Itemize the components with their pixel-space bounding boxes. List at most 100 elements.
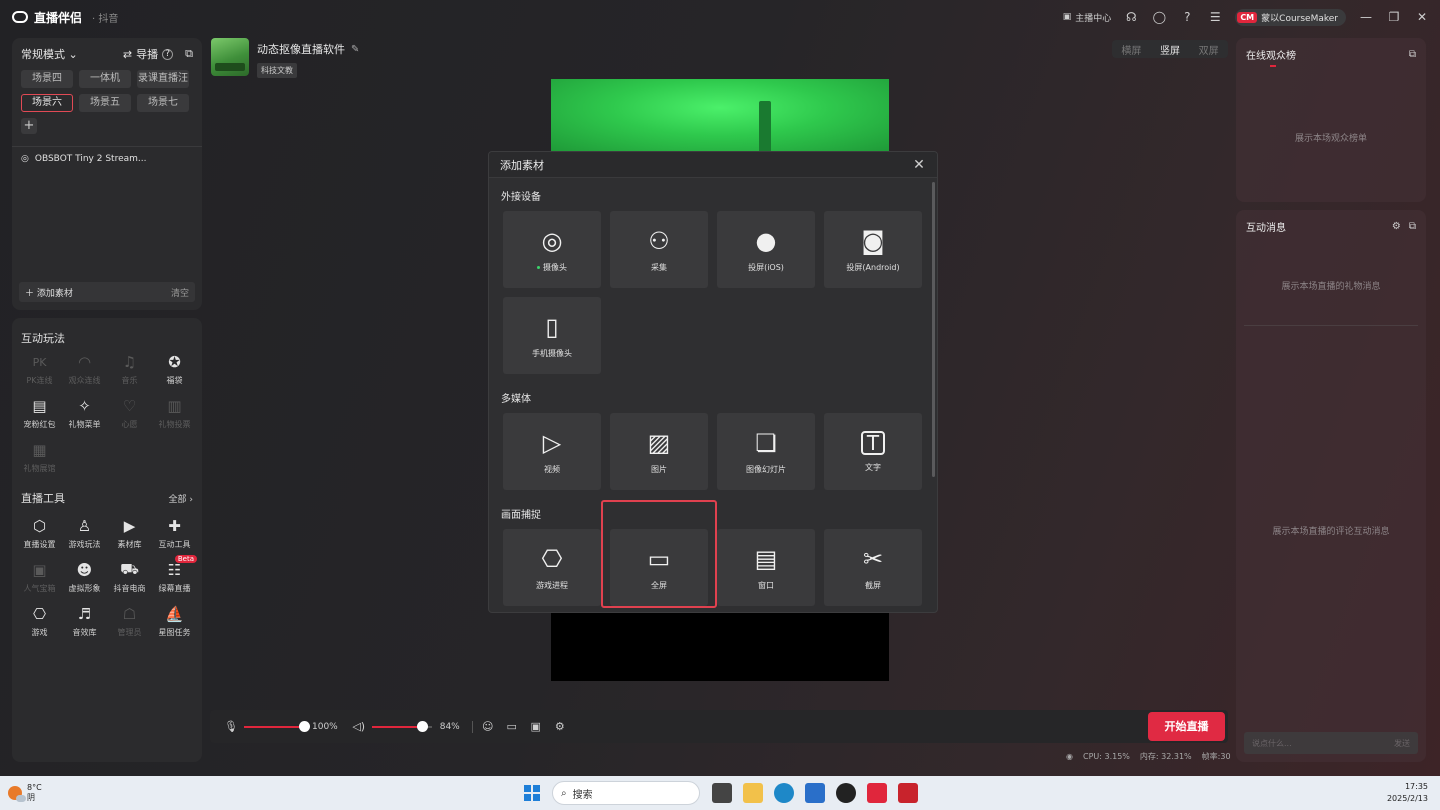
clear-button[interactable]: 清空 [171,286,189,299]
speaker-icon[interactable]: ◁) [352,720,366,733]
settings-icon[interactable]: ⚙ [1392,221,1401,232]
taskbar-search[interactable]: ⌕ 搜索 [552,781,700,805]
scene-button[interactable]: 一体机 [79,70,131,88]
source-type-phone-camera[interactable]: ▯ 手机摄像头 [503,297,601,374]
source-type-webcam[interactable]: ◎ 摄像头 [503,211,601,288]
task-view-icon[interactable] [712,783,732,803]
orientation-option[interactable]: 横屏 [1121,42,1141,57]
qq-icon[interactable] [836,783,856,803]
scene-button[interactable]: 场景四 [21,70,73,88]
edit-icon[interactable]: ✎ [351,44,359,55]
room-cover[interactable] [211,38,249,76]
source-type-window[interactable]: ▤ 窗口 [717,529,815,606]
tool-audience-link[interactable]: ◠ 观众连线 [62,352,107,386]
source-type-text[interactable]: T 文字 [824,413,922,490]
tool-gift-menu[interactable]: ✧ 礼物菜单 [62,396,107,430]
source-type-image[interactable]: ▨ 图片 [610,413,708,490]
restore-icon[interactable]: ❐ [1386,10,1402,24]
app-name: 直播伴侣 [34,10,83,25]
tool-label: 观众连线 [68,376,101,385]
room-category[interactable]: 科技文教 [257,63,297,78]
source-item[interactable]: ◎ OBSBOT Tiny 2 Stream... [21,154,146,164]
mic-volume-slider[interactable] [244,720,310,732]
source-type-game-process[interactable]: ⎔ 游戏进程 [503,529,601,606]
slider-knob[interactable] [299,720,310,732]
tool-gift-hall[interactable]: ▦ 礼物展馆 [17,440,62,474]
source-type-slideshow[interactable]: ❏ 图像幻灯片 [717,413,815,490]
edge-icon[interactable] [774,783,794,803]
close-icon[interactable]: ✕ [1414,10,1430,24]
scene-button[interactable]: 场景五 [79,94,131,112]
card-label: 摄像头 [537,262,567,273]
logo-icon [12,11,28,23]
headset-icon[interactable]: ☊ [1123,10,1139,24]
chat-icon[interactable]: ◯ [1151,10,1167,24]
weather-widget[interactable]: 8°C 阴 [8,783,42,803]
orientation-option[interactable]: 竖屏 [1160,42,1180,57]
orientation-option[interactable]: 双屏 [1199,42,1219,57]
mirror-icon[interactable]: ▭ [505,720,519,733]
add-scene-button[interactable]: + [21,118,37,134]
mengyi-app-icon[interactable] [898,783,918,803]
user-profile[interactable]: CM 蒙以CourseMaker [1235,8,1346,26]
tool-wish[interactable]: ♡ 心愿 [107,396,152,430]
scene-button[interactable]: 录课直播汪 [137,70,189,88]
source-type-apple[interactable]: ● 投屏(iOS) [717,211,815,288]
start-live-button[interactable]: 开始直播 [1148,712,1225,741]
tool-red-packet[interactable]: ▤ 宠粉红包 [17,396,62,430]
tool-treasure-box[interactable]: ▣ 人气宝箱 [17,560,62,594]
source-type-play[interactable]: ▷ 视频 [503,413,601,490]
mic-icon[interactable]: 🎙 [224,720,238,733]
tool-gamepad[interactable]: ⎔ 游戏 [17,604,62,638]
mode-selector[interactable]: 常规模式 ⌄ [21,46,78,62]
speaker-volume-slider[interactable] [371,720,432,732]
card-label: 投屏(iOS) [748,262,784,273]
send-button[interactable]: 发送 [1394,738,1410,749]
all-tools-link[interactable]: 全部 › [169,492,193,505]
source-type-android[interactable]: ◙ 投屏(Android) [824,211,922,288]
popout-icon[interactable]: ⧉ [185,47,193,61]
tool-puzzle[interactable]: ✚ 互动工具 [152,516,197,550]
tool-cart[interactable]: ⛟ 抖音电商 [107,560,152,594]
source-type-capture-tree[interactable]: ⚇ 采集 [610,211,708,288]
tool-settings-hex[interactable]: ⬡ 直播设置 [17,516,62,550]
store-icon[interactable] [805,783,825,803]
scrollbar[interactable] [932,182,935,477]
minimize-icon[interactable]: — [1358,10,1374,24]
tool-joystick[interactable]: ♙ 游戏玩法 [62,516,107,550]
popout-icon[interactable]: ⧉ [1409,221,1416,232]
add-source-button[interactable]: ＋ 添加素材 [25,286,73,299]
tool-gift-vote[interactable]: ▥ 礼物投票 [152,396,197,430]
tool-admin[interactable]: ☖ 管理员 [107,604,152,638]
record-icon[interactable]: ▣ [529,720,543,733]
system-clock[interactable]: 17:35 2025/2/13 [1387,781,1428,805]
rank-empty-text: 展示本场观众榜单 [1294,134,1367,144]
slider-knob[interactable] [417,720,429,732]
tool-pk[interactable]: PK PK连线 [17,352,62,386]
tool-green-screen[interactable]: ☷ 绿幕直播 Beta [152,555,197,594]
file-explorer-icon[interactable] [743,783,763,803]
source-type-scissors[interactable]: ✂ 截屏 [824,529,922,606]
scene-button[interactable]: 场景七 [137,94,189,112]
beauty-icon[interactable]: ☺ [481,720,495,733]
tool-lucky-bag[interactable]: ✪ 福袋 [152,352,197,386]
tool-star-task[interactable]: ⛵ 星图任务 [152,604,197,638]
gift-menu-icon: ✧ [78,397,91,415]
comment-input[interactable]: 说点什么... 发送 [1244,732,1418,754]
tool-music[interactable]: ♫ 音乐 [107,352,152,386]
windows-start-icon[interactable] [524,785,540,801]
creator-center-button[interactable]: ▣ 主播中心 [1063,11,1112,24]
tool-avatar[interactable]: ☻ 虚拟形象 [62,560,107,594]
menu-icon[interactable]: ☰ [1207,10,1223,24]
help-icon[interactable]: ? [1179,10,1195,24]
close-icon[interactable]: ✕ [912,157,926,173]
guide-button[interactable]: ⇄ 导播 ? ⧉ [123,46,193,62]
red-packet-icon: ▤ [32,397,47,415]
popout-icon[interactable]: ⧉ [1409,49,1416,60]
live-companion-icon[interactable] [867,783,887,803]
tool-material-library[interactable]: ▶ 素材库 [107,516,152,550]
card-label: 采集 [651,262,667,273]
settings-icon[interactable]: ⚙ [553,720,567,733]
tool-sound-effects[interactable]: ♬ 音效库 [62,604,107,638]
scene-button[interactable]: 场景六 [21,94,73,112]
